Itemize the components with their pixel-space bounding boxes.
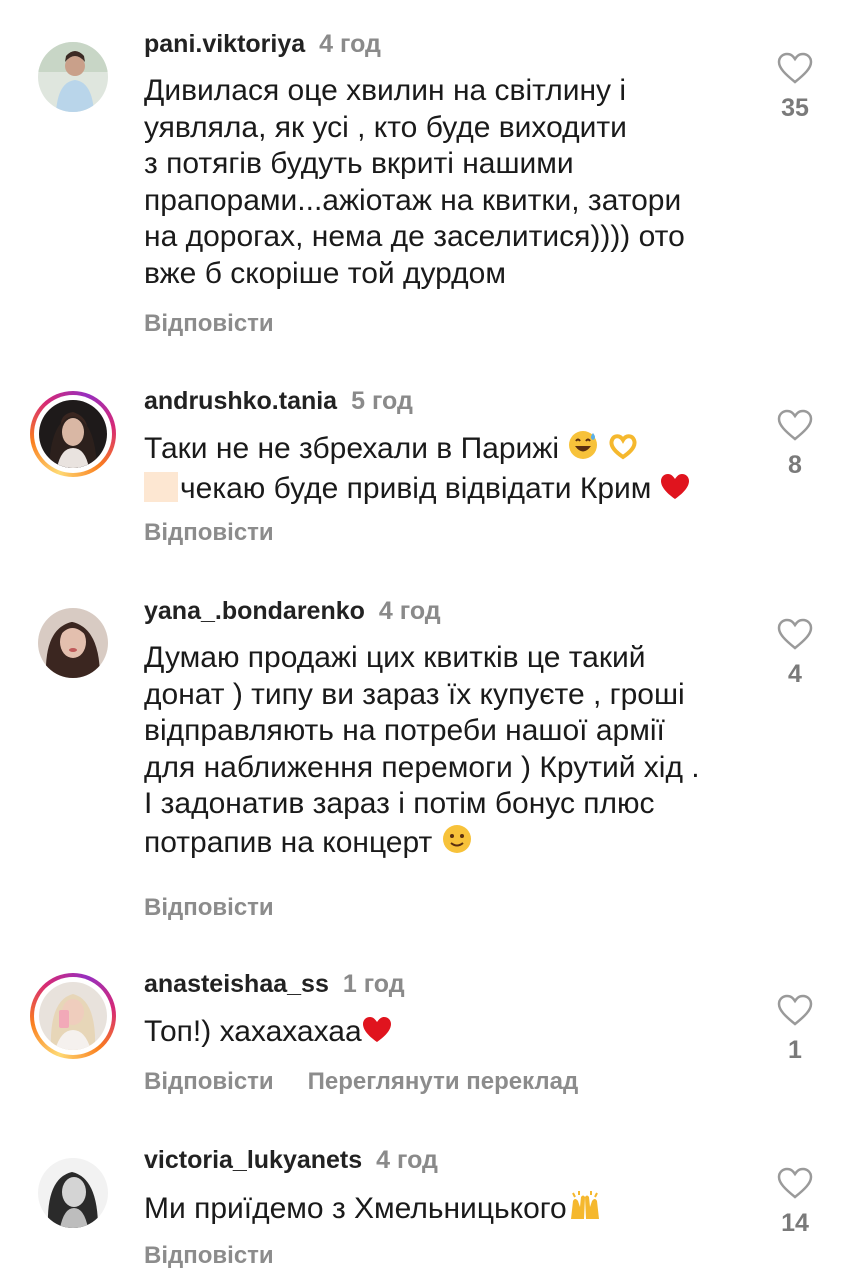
comment-text-line: донат ) типу ви зараз їх купуєте , гроші: [144, 677, 685, 711]
grinning-sweat-emoji: [567, 429, 599, 471]
avatar[interactable]: [30, 1150, 116, 1236]
skin-tone-modifier-glyph: [144, 471, 178, 502]
comment-text-line: Думаю продажі цих квитків це такий: [144, 641, 646, 674]
heart-outline-icon[interactable]: [777, 1167, 813, 1199]
reply-button[interactable]: Відповісти: [144, 1068, 274, 1095]
comment-actions: Відповісти: [144, 310, 308, 338]
comment-text-line: Таки не не збрехали в Парижі: [144, 432, 560, 465]
comment-text: Топ!) хахахахаа: [144, 1014, 744, 1054]
heart-hands-emoji: [608, 431, 638, 471]
comment-header: anasteishaa_ss 1 год: [144, 970, 405, 999]
raising-hands-emoji: [567, 1189, 603, 1231]
avatar-image: [38, 608, 108, 678]
comment-text-line: відправляють на потреби нашої армії: [144, 714, 665, 747]
heart-outline-icon[interactable]: [777, 409, 813, 441]
like-button[interactable]: 35: [770, 52, 820, 123]
like-button[interactable]: 8: [770, 409, 820, 480]
comment-text-line: на дорогах, нема де заселитися)))) ото: [144, 220, 685, 253]
comment-text-line: з потягів будуть вкриті нашими: [144, 147, 574, 180]
comment-text-line: І задонатив зараз і потім бонус плюс: [144, 787, 655, 820]
avatar[interactable]: [30, 600, 116, 686]
comment-time: 4 год: [319, 30, 381, 58]
see-translation-button[interactable]: Переглянути переклад: [308, 1068, 579, 1095]
like-button[interactable]: 1: [770, 994, 820, 1065]
comment-text-line: для наближення перемоги ) Крутий хід .: [144, 750, 700, 784]
comment-time: 4 год: [376, 1146, 438, 1174]
reply-button[interactable]: Відповісти: [144, 894, 274, 921]
avatar-image: [39, 400, 107, 468]
comment-actions: Відповісти Переглянути переклад: [144, 1068, 612, 1096]
avatar-image: [38, 1158, 108, 1228]
comment-text-line: уявляла, як усі , кто буде виходити: [144, 110, 627, 144]
comment-text: Думаю продажі цих квитків це такий донат…: [144, 640, 744, 864]
comment-header: pani.viktoriya 4 год: [144, 30, 381, 59]
username-link[interactable]: pani.viktoriya: [144, 30, 305, 58]
like-count: 1: [788, 1036, 802, 1064]
username-link[interactable]: victoria_lukyanets: [144, 1146, 362, 1174]
username-link[interactable]: anasteishaa_ss: [144, 970, 329, 998]
reply-button[interactable]: Відповісти: [144, 519, 274, 546]
reply-button[interactable]: Відповісти: [144, 310, 274, 337]
like-count: 8: [788, 451, 802, 479]
username-link[interactable]: yana_.bondarenko: [144, 597, 365, 625]
reply-button[interactable]: Відповісти: [144, 1242, 274, 1269]
comment-header: andrushko.tania 5 год: [144, 387, 413, 416]
avatar-story-ring[interactable]: [30, 973, 116, 1059]
comment-text: Дивилася оце хвилин на світлину і уявлял…: [144, 73, 744, 292]
like-button[interactable]: 4: [770, 618, 820, 689]
comment-time: 5 год: [351, 387, 413, 415]
like-count: 4: [788, 660, 802, 688]
comment-actions: Відповісти: [144, 519, 308, 547]
avatar-story-ring[interactable]: [30, 391, 116, 477]
comment-text: Ми приїдемо з Хмельницького: [144, 1189, 744, 1231]
avatar[interactable]: [30, 34, 116, 120]
comment-text-line: чекаю буде привід відвідати Крим: [180, 471, 652, 505]
like-count: 14: [781, 1209, 809, 1237]
comment-actions: Відповісти: [144, 1242, 308, 1270]
comment-text-line: Топ!) хахахахаа: [144, 1015, 362, 1048]
comment-text-line: потрапив на концерт: [144, 825, 433, 859]
heart-outline-icon[interactable]: [777, 52, 813, 84]
like-button[interactable]: 14: [770, 1167, 820, 1238]
comment-header: yana_.bondarenko 4 год: [144, 597, 441, 626]
heart-outline-icon[interactable]: [777, 618, 813, 650]
comment-actions: Відповісти: [144, 894, 308, 922]
red-heart-emoji: [660, 473, 690, 511]
comment-time: 1 год: [342, 970, 405, 998]
comment-time: 4 год: [378, 597, 441, 625]
username-link[interactable]: andrushko.tania: [144, 387, 337, 415]
heart-outline-icon[interactable]: [777, 994, 813, 1026]
avatar-image: [39, 982, 107, 1050]
comment-text-line: прапорами...ажіотаж на квитки, затори: [144, 183, 682, 217]
comment-text: Таки не не збрехали в Парижі чекаю буде …: [144, 429, 744, 510]
comment-text-line: Ми приїдемо з Хмельницького: [144, 1192, 567, 1225]
comment-text-line: вже б скоріше той дурдом: [144, 256, 506, 290]
red-heart-emoji: [362, 1016, 392, 1054]
comment-header: victoria_lukyanets 4 год: [144, 1146, 438, 1175]
avatar-image: [38, 42, 108, 112]
like-count: 35: [781, 94, 809, 122]
comment-text-line: Дивилася оце хвилин на світлину і: [144, 74, 627, 107]
slightly-smiling-face-emoji: [441, 823, 473, 865]
